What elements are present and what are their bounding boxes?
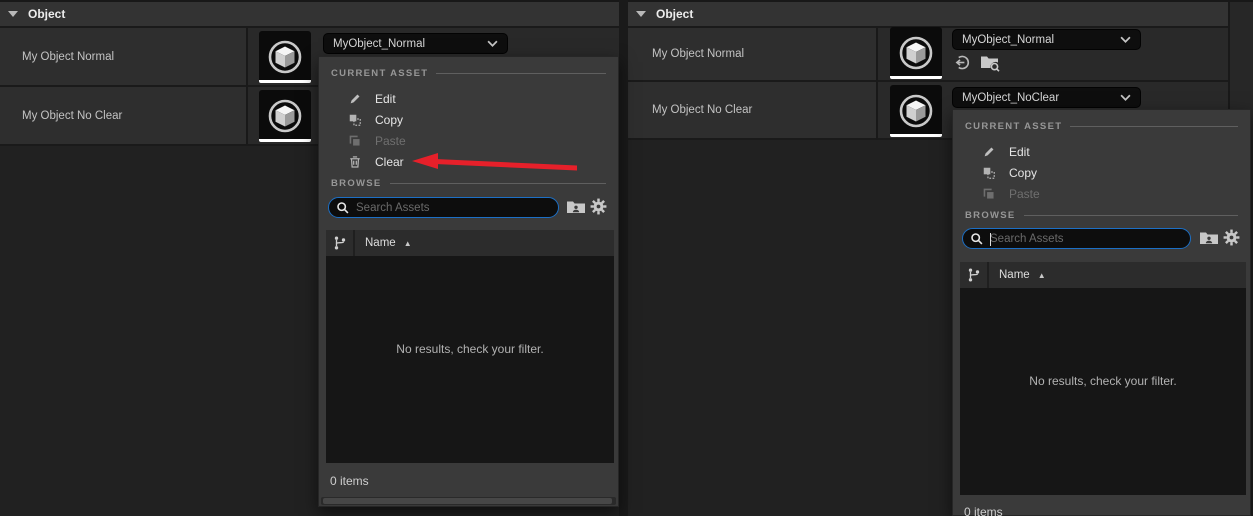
column-splitter[interactable]: [246, 28, 248, 144]
asset-list-body: No results, check your filter.: [960, 288, 1246, 495]
property-row-name-cell: My Object Normal: [0, 28, 246, 85]
browse-to-asset-button[interactable]: [980, 54, 1000, 72]
category-header-object[interactable]: Object: [628, 0, 1253, 28]
text-cursor: [990, 233, 991, 246]
asset-list-header: Name ▲: [326, 230, 614, 256]
empty-results-message: No results, check your filter.: [326, 342, 614, 356]
category-header-object[interactable]: Object: [0, 0, 627, 28]
pencil-icon: [347, 91, 363, 107]
property-label: My Object Normal: [22, 51, 114, 63]
category-title: Object: [28, 7, 65, 21]
chevron-down-icon: [487, 40, 498, 47]
horizontal-scrollbar[interactable]: [321, 497, 616, 505]
revision-control-column-header[interactable]: [326, 230, 355, 256]
chevron-down-icon: [1120, 94, 1131, 101]
name-column-header[interactable]: Name: [355, 237, 396, 249]
asset-thumbnail-button[interactable]: [890, 27, 942, 79]
branch-icon: [967, 267, 981, 283]
cube-asset-icon: [265, 96, 305, 136]
section-divider-line: [390, 183, 606, 184]
cube-asset-icon: [896, 33, 936, 73]
combobox-value: MyObject_Normal: [962, 34, 1054, 46]
gear-icon: [1223, 229, 1240, 246]
view-options-button[interactable]: [590, 198, 607, 215]
search-assets-field[interactable]: [962, 228, 1191, 249]
property-row-name-cell: My Object Normal: [628, 28, 876, 80]
sort-ascending-icon: ▲: [404, 239, 412, 248]
circle-arrow-left-icon: [954, 54, 971, 71]
details-panel-right: Object My Object Normal My Object No Cle…: [628, 0, 1253, 516]
asset-picker-dropdown: CURRENT ASSET Edit Copy: [318, 56, 619, 507]
copy-icon: [347, 112, 363, 128]
path-picker-folder-button[interactable]: [566, 199, 586, 215]
combobox-value: MyObject_NoClear: [962, 92, 1059, 104]
revision-control-column-header[interactable]: [960, 262, 989, 288]
column-splitter[interactable]: [876, 28, 878, 140]
pencil-icon: [981, 144, 997, 160]
asset-thumbnail-button[interactable]: [259, 31, 311, 83]
category-title: Object: [656, 7, 693, 21]
menu-item-paste[interactable]: Paste: [953, 183, 1250, 204]
current-asset-section-heading: CURRENT ASSET: [319, 66, 618, 80]
menu-item-copy[interactable]: Copy: [319, 109, 618, 130]
asset-select-combobox[interactable]: MyObject_Normal: [323, 33, 508, 54]
menu-item-edit[interactable]: Edit: [319, 88, 618, 109]
sort-ascending-icon: ▲: [1038, 271, 1046, 280]
red-annotation-arrow: [404, 147, 584, 175]
section-divider-line: [1070, 126, 1238, 127]
item-count-label: 0 items: [330, 474, 369, 488]
asset-thumbnail-button[interactable]: [259, 90, 311, 142]
combobox-value: MyObject_Normal: [333, 38, 425, 50]
cube-asset-icon: [896, 91, 936, 131]
details-panel-left: Object My Object Normal My Object No Cle…: [0, 0, 627, 516]
search-assets-field[interactable]: [328, 197, 559, 218]
folder-search-icon: [980, 54, 1000, 72]
search-assets-input[interactable]: [350, 202, 558, 214]
copy-icon: [981, 165, 997, 181]
asset-picker-dropdown: CURRENT ASSET Edit Copy: [952, 109, 1251, 516]
property-label: My Object No Clear: [22, 110, 122, 122]
search-icon: [970, 232, 984, 246]
expand-arrow-icon: [636, 11, 646, 17]
paste-icon: [981, 186, 997, 202]
folder-user-icon: [1199, 230, 1219, 246]
panel-divider[interactable]: [619, 0, 628, 516]
browse-section-heading: BROWSE: [953, 208, 1250, 222]
unreal-details-screenshot: Object My Object Normal My Object No Cle…: [0, 0, 1253, 516]
name-column-header[interactable]: Name: [989, 269, 1030, 281]
section-divider-line: [1024, 215, 1238, 216]
folder-user-icon: [566, 199, 586, 215]
asset-select-combobox[interactable]: MyObject_Normal: [952, 29, 1141, 50]
expand-arrow-icon: [8, 11, 18, 17]
view-options-button[interactable]: [1223, 229, 1240, 246]
asset-list-header: Name ▲: [960, 262, 1246, 288]
trash-icon: [347, 154, 363, 170]
item-count-label: 0 items: [964, 505, 1003, 516]
gear-icon: [590, 198, 607, 215]
paste-icon: [347, 133, 363, 149]
section-divider-line: [436, 73, 606, 74]
property-row-name-cell: My Object No Clear: [0, 87, 246, 144]
menu-item-copy[interactable]: Copy: [953, 162, 1250, 183]
property-row-name-cell: My Object No Clear: [628, 82, 876, 138]
menu-item-edit[interactable]: Edit: [953, 141, 1250, 162]
property-label: My Object No Clear: [652, 104, 752, 116]
asset-list-body: No results, check your filter.: [326, 256, 614, 463]
use-selected-asset-button[interactable]: [954, 54, 971, 71]
scrollbar-thumb[interactable]: [323, 498, 612, 504]
search-assets-input[interactable]: [984, 233, 1190, 245]
cube-asset-icon: [265, 37, 305, 77]
empty-results-message: No results, check your filter.: [960, 374, 1246, 388]
path-picker-folder-button[interactable]: [1199, 230, 1219, 246]
branch-icon: [333, 235, 347, 251]
search-icon: [336, 201, 350, 215]
asset-thumbnail-button[interactable]: [890, 85, 942, 137]
property-label: My Object Normal: [652, 48, 744, 60]
chevron-down-icon: [1120, 36, 1131, 43]
browse-section-heading: BROWSE: [319, 176, 618, 190]
asset-select-combobox[interactable]: MyObject_NoClear: [952, 87, 1141, 108]
current-asset-section-heading: CURRENT ASSET: [953, 119, 1250, 133]
